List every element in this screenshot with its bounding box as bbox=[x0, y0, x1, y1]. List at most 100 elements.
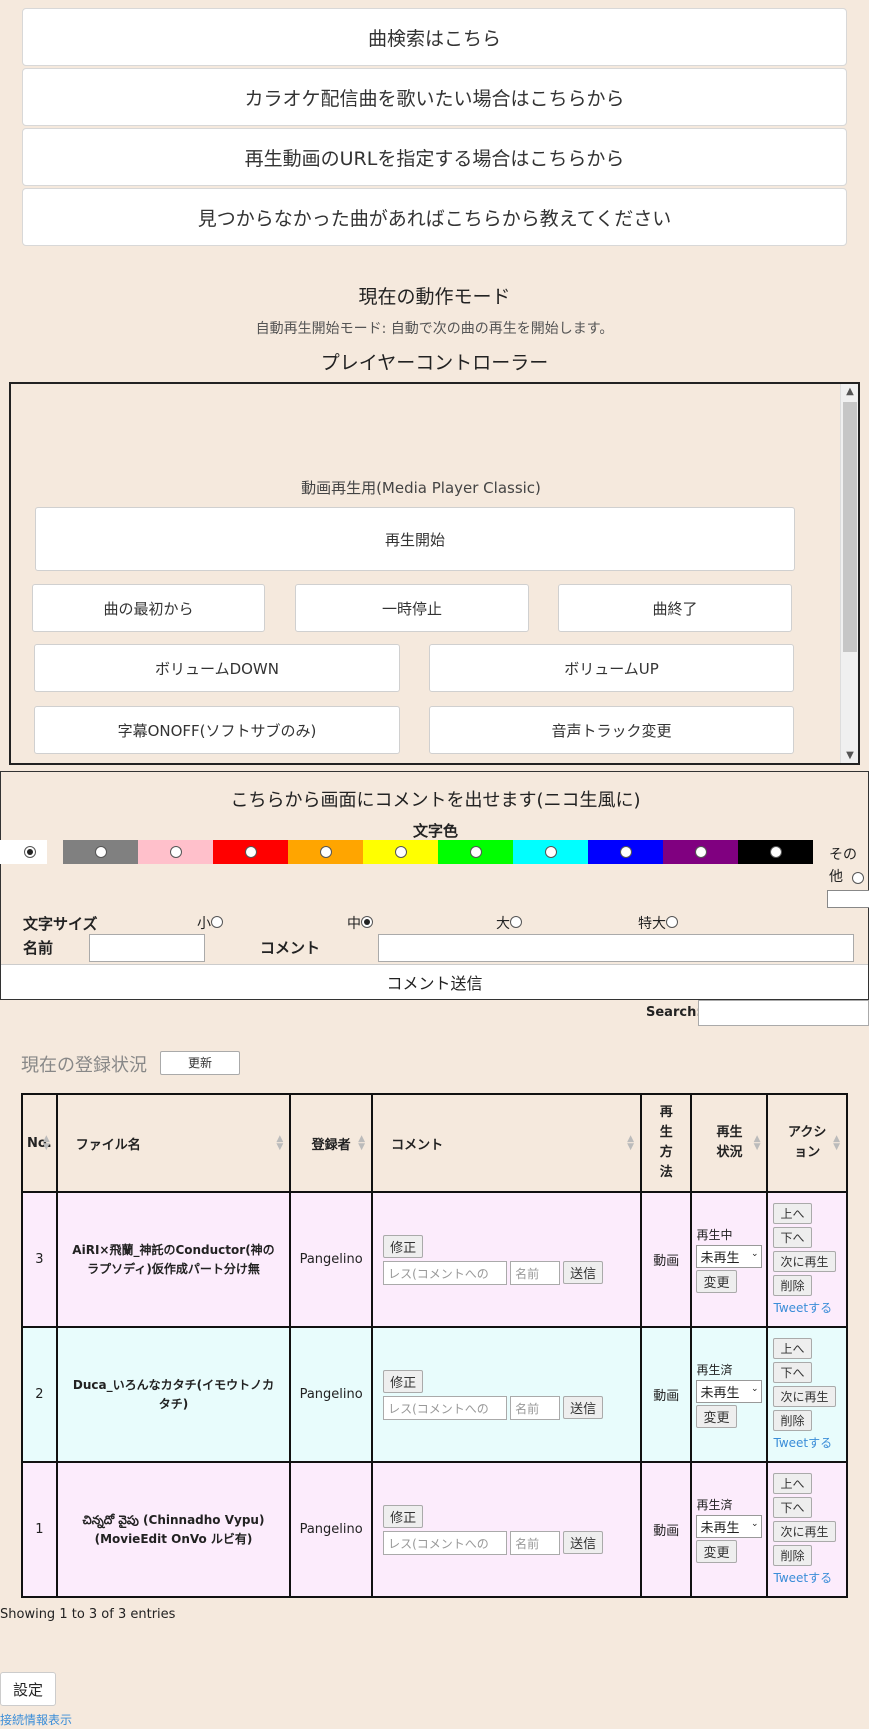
volume-down-button[interactable]: ボリュームDOWN bbox=[34, 644, 400, 692]
size-label: 文字サイズ bbox=[23, 915, 98, 933]
color-radio[interactable] bbox=[169, 846, 182, 858]
col-no[interactable]: No. ▲ ▼ bbox=[21, 1093, 58, 1193]
reply-input[interactable]: レス(コメントへの bbox=[383, 1395, 508, 1420]
search-input[interactable] bbox=[698, 1000, 869, 1026]
send-button[interactable]: 送信 bbox=[563, 1261, 604, 1284]
reply-name-input[interactable]: 名前 bbox=[510, 1395, 561, 1420]
color-swatch[interactable] bbox=[213, 840, 288, 864]
refresh-button[interactable]: 更新 bbox=[160, 1051, 240, 1075]
col-action[interactable]: アクション ▲ ▼ bbox=[766, 1093, 848, 1193]
move-down-button[interactable]: 下へ bbox=[773, 1227, 812, 1248]
col-user[interactable]: 登録者 ▲ ▼ bbox=[289, 1093, 374, 1193]
player-scrollbar[interactable]: ▲ ▼ bbox=[840, 384, 858, 763]
scroll-up-arrow-icon[interactable]: ▲ bbox=[841, 386, 858, 397]
play-button[interactable]: 再生開始 bbox=[35, 507, 795, 571]
move-up-button[interactable]: 上へ bbox=[773, 1338, 812, 1359]
color-radio[interactable] bbox=[769, 846, 782, 858]
send-button[interactable]: 送信 bbox=[563, 1396, 604, 1419]
comment-input[interactable] bbox=[378, 934, 854, 962]
col-state[interactable]: 再生状況 ▲ ▼ bbox=[690, 1093, 769, 1193]
scroll-thumb[interactable] bbox=[843, 402, 857, 652]
audio-track-button[interactable]: 音声トラック変更 bbox=[429, 706, 794, 754]
comment-submit-button[interactable]: コメント送信 bbox=[1, 964, 868, 999]
missing-song-report-button[interactable]: 見つからなかった曲があればこちらから教えてください bbox=[22, 188, 847, 246]
name-input[interactable] bbox=[89, 934, 205, 962]
volume-up-button[interactable]: ボリュームUP bbox=[429, 644, 794, 692]
scroll-down-arrow-icon[interactable]: ▼ bbox=[841, 750, 858, 761]
color-swatch[interactable] bbox=[63, 840, 138, 864]
reply-name-input[interactable]: 名前 bbox=[510, 1530, 561, 1555]
connection-info-link[interactable]: 接続情報表示 bbox=[0, 1711, 72, 1728]
color-swatch[interactable] bbox=[288, 840, 363, 864]
reply-name-input[interactable]: 名前 bbox=[510, 1260, 561, 1285]
move-down-button[interactable]: 下へ bbox=[773, 1497, 812, 1518]
size-large-option[interactable]: 大 bbox=[496, 913, 522, 933]
change-button[interactable]: 変更 bbox=[696, 1270, 737, 1293]
color-swatch[interactable] bbox=[138, 840, 213, 864]
size-small-radio[interactable] bbox=[211, 916, 223, 928]
tweet-link[interactable]: Tweetする bbox=[773, 1436, 832, 1450]
color-radio[interactable] bbox=[24, 846, 36, 858]
edit-button[interactable]: 修正 bbox=[383, 1504, 424, 1528]
move-up-button[interactable]: 上へ bbox=[773, 1473, 812, 1494]
settings-button[interactable]: 設定 bbox=[0, 1672, 56, 1706]
color-radio[interactable] bbox=[319, 846, 332, 858]
mode-description: 自動再生開始モード: 自動で次の曲の再生を開始します。 bbox=[255, 321, 614, 337]
size-xlarge-radio[interactable] bbox=[666, 916, 678, 928]
tweet-link[interactable]: Tweetする bbox=[773, 1301, 832, 1315]
play-next-button[interactable]: 次に再生 bbox=[773, 1521, 836, 1542]
color-radio[interactable] bbox=[694, 846, 707, 858]
color-radio[interactable] bbox=[469, 846, 482, 858]
color-radio[interactable] bbox=[619, 846, 632, 858]
color-swatch[interactable] bbox=[663, 840, 738, 864]
change-button[interactable]: 変更 bbox=[696, 1405, 737, 1428]
change-button[interactable]: 変更 bbox=[696, 1540, 737, 1563]
color-swatch[interactable] bbox=[738, 840, 813, 864]
color-radio[interactable] bbox=[544, 846, 557, 858]
move-up-button[interactable]: 上へ bbox=[773, 1203, 812, 1224]
state-select[interactable]: 未再生 ⌄ bbox=[696, 1245, 763, 1268]
comment-label: コメント bbox=[260, 939, 321, 957]
size-medium-radio[interactable] bbox=[361, 916, 373, 928]
reply-input[interactable]: レス(コメントへの bbox=[383, 1530, 508, 1555]
delete-button[interactable]: 削除 bbox=[773, 1410, 812, 1431]
play-next-button[interactable]: 次に再生 bbox=[773, 1386, 836, 1407]
col-file[interactable]: ファイル名 ▲ ▼ bbox=[55, 1093, 292, 1193]
state-select[interactable]: 未再生 ⌄ bbox=[696, 1380, 763, 1403]
color-swatch[interactable] bbox=[588, 840, 663, 864]
size-large-radio[interactable] bbox=[510, 916, 522, 928]
song-search-button[interactable]: 曲検索はこちら bbox=[22, 8, 847, 66]
col-comment[interactable]: コメント ▲ ▼ bbox=[371, 1093, 643, 1193]
reply-input[interactable]: レス(コメントへの bbox=[383, 1260, 508, 1285]
subtitle-toggle-button[interactable]: 字幕ONOFF(ソフトサブのみ) bbox=[34, 706, 400, 754]
color-radio[interactable] bbox=[94, 846, 107, 858]
other-color-radio[interactable] bbox=[852, 872, 864, 884]
url-request-button[interactable]: 再生動画のURLを指定する場合はこちらから bbox=[22, 128, 847, 186]
col-method[interactable]: 再生方法 bbox=[640, 1093, 693, 1193]
color-swatch[interactable] bbox=[363, 840, 438, 864]
delete-button[interactable]: 削除 bbox=[773, 1545, 812, 1566]
edit-button[interactable]: 修正 bbox=[383, 1234, 424, 1258]
color-radio[interactable] bbox=[244, 846, 257, 858]
color-swatch[interactable] bbox=[0, 840, 47, 864]
karaoke-request-button[interactable]: カラオケ配信曲を歌いたい場合はこちらから bbox=[22, 68, 847, 126]
color-swatch[interactable] bbox=[513, 840, 588, 864]
play-next-button[interactable]: 次に再生 bbox=[773, 1251, 836, 1272]
other-color-input[interactable] bbox=[827, 890, 869, 908]
size-small-option[interactable]: 小 bbox=[197, 913, 223, 933]
size-medium-option[interactable]: 中 bbox=[347, 913, 373, 933]
move-down-button[interactable]: 下へ bbox=[773, 1362, 812, 1383]
edit-button[interactable]: 修正 bbox=[383, 1369, 424, 1393]
cell-action: 上へ 下へ 次に再生 削除 Tweetする bbox=[766, 1461, 848, 1598]
pause-button[interactable]: 一時停止 bbox=[295, 584, 529, 632]
tweet-link[interactable]: Tweetする bbox=[773, 1571, 832, 1585]
state-select[interactable]: 未再生 ⌄ bbox=[696, 1515, 763, 1538]
color-swatch[interactable] bbox=[438, 840, 513, 864]
cell-comment: 修正 レス(コメントへの 名前 送信 bbox=[371, 1461, 643, 1598]
end-song-button[interactable]: 曲終了 bbox=[558, 584, 792, 632]
color-radio[interactable] bbox=[394, 846, 407, 858]
send-button[interactable]: 送信 bbox=[563, 1531, 604, 1554]
delete-button[interactable]: 削除 bbox=[773, 1275, 812, 1296]
from-start-button[interactable]: 曲の最初から bbox=[32, 584, 265, 632]
size-xlarge-option[interactable]: 特大 bbox=[638, 913, 678, 933]
